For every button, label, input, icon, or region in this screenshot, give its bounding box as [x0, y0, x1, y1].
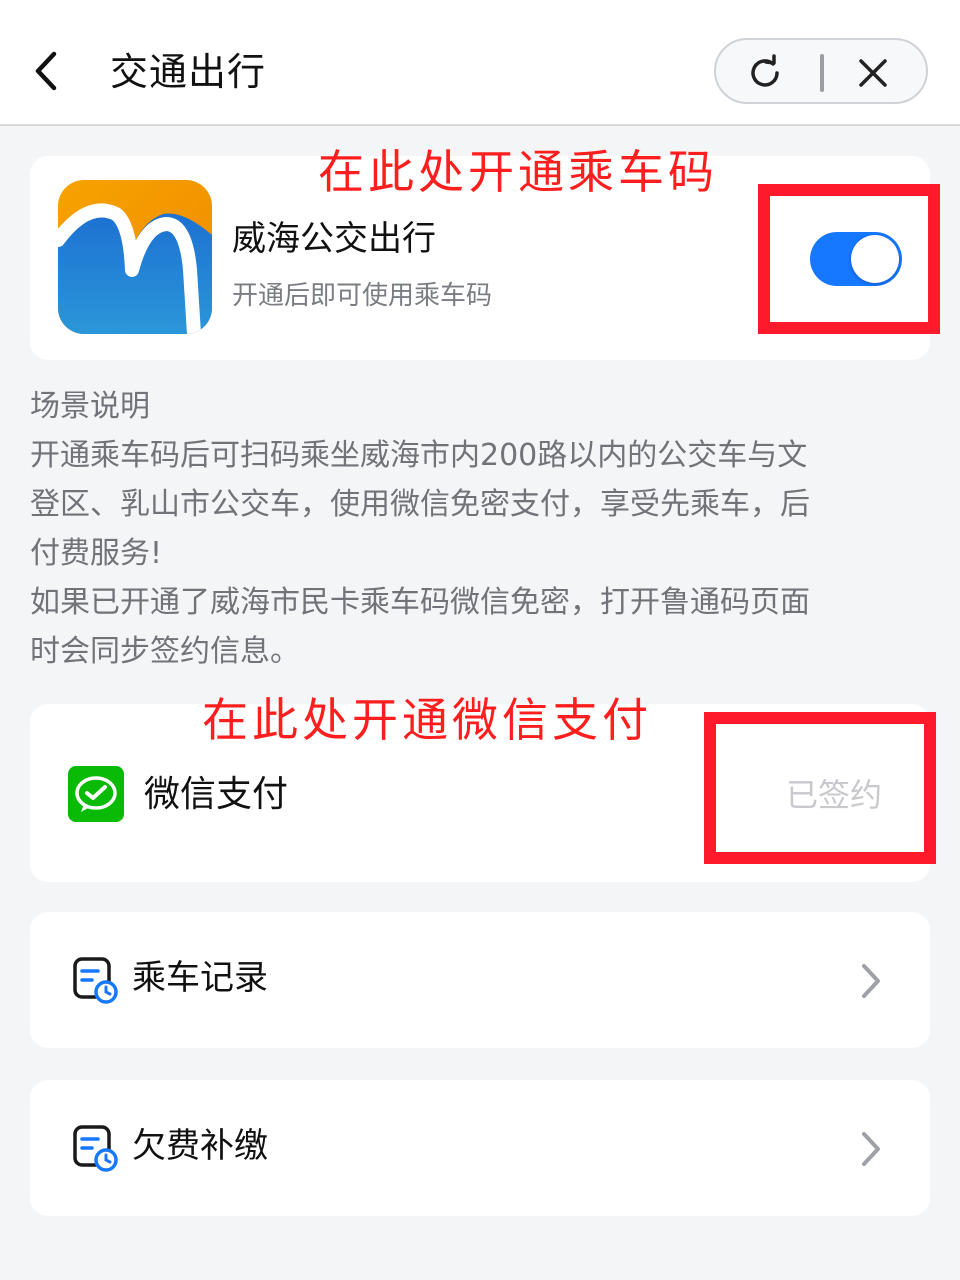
chevron-right-icon: [856, 1128, 886, 1170]
app-name: 威海公交出行: [232, 219, 436, 259]
record-clock-icon: [72, 956, 120, 1004]
description-line: 登区、乳山市公交车，使用微信免密支付，享受先乘车，后: [30, 487, 810, 522]
app-logo: [58, 180, 212, 334]
record-clock-icon: [72, 1124, 120, 1172]
annotation-box-signed: [704, 712, 936, 864]
mini-program-capsule: [714, 38, 928, 104]
menu-item-label: 欠费补缴: [132, 1126, 268, 1166]
wechat-pay-label: 微信支付: [144, 774, 289, 815]
description-heading: 场景说明: [30, 389, 150, 424]
description-line: 时会同步签约信息。: [30, 634, 300, 669]
close-icon: [859, 59, 887, 87]
chevron-right-icon: [856, 960, 886, 1002]
close-button[interactable]: [854, 54, 892, 92]
chevron-left-icon: [35, 51, 57, 91]
annotation-open-wechat-pay: 在此处开通微信支付: [202, 693, 652, 747]
description-line: 付费服务!: [30, 536, 163, 571]
top-navigation-bar: 交通出行: [0, 0, 960, 126]
back-button[interactable]: [28, 46, 68, 96]
capsule-divider: [820, 54, 824, 92]
annotation-box-toggle: [758, 184, 940, 334]
app-subtitle: 开通后即可使用乘车码: [232, 281, 493, 311]
annotation-open-ride-code: 在此处开通乘车码: [318, 145, 718, 199]
refresh-button[interactable]: [746, 54, 784, 92]
page-title: 交通出行: [110, 50, 267, 94]
description-line: 如果已开通了威海市民卡乘车码微信免密，打开鲁通码页面: [30, 585, 810, 620]
wechat-pay-icon: [68, 766, 124, 822]
scene-description: 场景说明 开通乘车码后可扫码乘坐威海市内200路以内的公交车与文 登区、乳山市公…: [30, 382, 930, 676]
menu-item-ride-records[interactable]: 乘车记录: [30, 912, 930, 1048]
refresh-icon: [751, 54, 779, 87]
menu-item-arrears-payment[interactable]: 欠费补缴: [30, 1080, 930, 1216]
menu-item-label: 乘车记录: [132, 958, 268, 998]
description-line: 开通乘车码后可扫码乘坐威海市内200路以内的公交车与文: [30, 438, 808, 473]
